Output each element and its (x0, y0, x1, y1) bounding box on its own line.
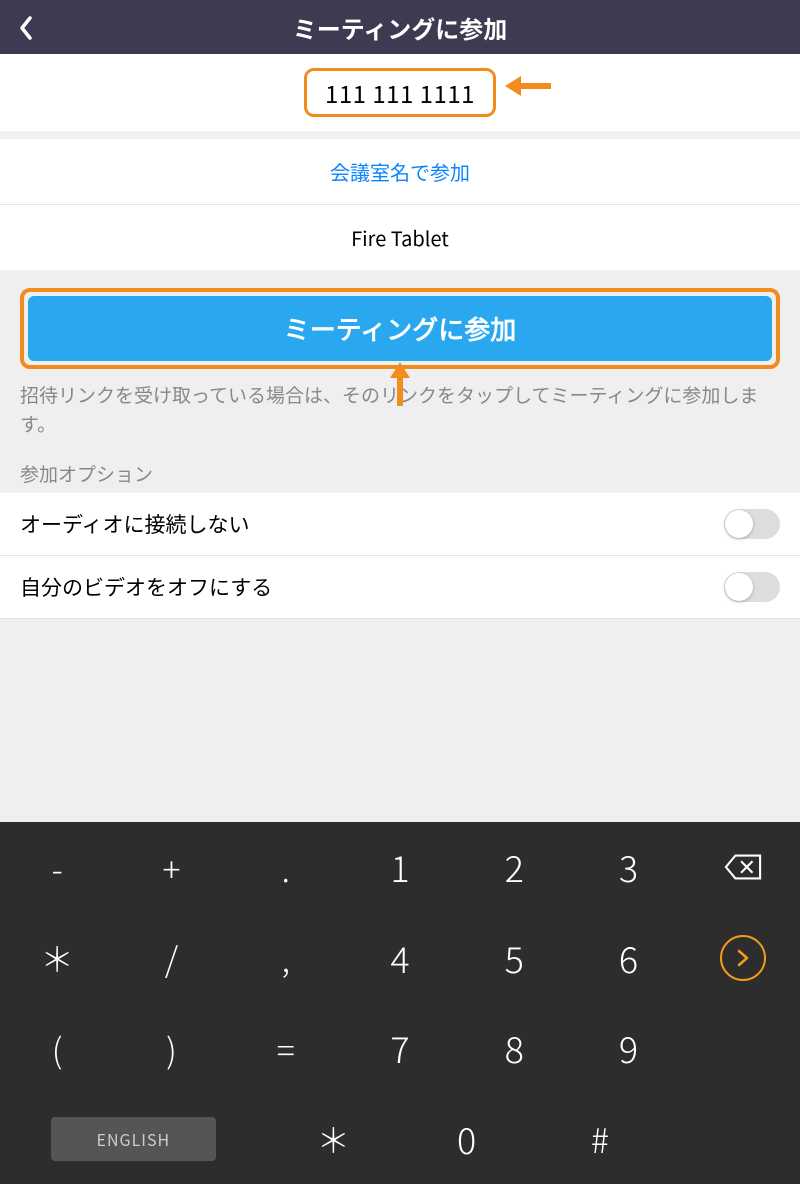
key-language[interactable]: ENGLISH (0, 1094, 267, 1184)
key-dot[interactable]: . (229, 822, 343, 913)
back-button[interactable] (8, 0, 44, 55)
meeting-id-input[interactable]: 111 111 1111 (304, 68, 496, 117)
key-backspace[interactable] (686, 822, 800, 913)
divider (0, 131, 800, 139)
key-9[interactable]: 9 (571, 1003, 685, 1094)
key-minus[interactable]: - (0, 822, 114, 913)
meeting-id-row: 111 111 1111 (0, 54, 800, 131)
key-enter[interactable] (686, 913, 800, 1004)
numeric-keyboard: - + . 1 2 3 ＊ / , 4 5 6 ( ) = 7 8 9 ENGL… (0, 822, 800, 1184)
header-bar: ミーティングに参加 (0, 0, 800, 54)
toggle-no-audio[interactable] (724, 509, 780, 539)
key-3[interactable]: 3 (571, 822, 685, 913)
key-asterisk2[interactable]: ＊ (267, 1094, 400, 1184)
key-6[interactable]: 6 (571, 913, 685, 1004)
key-equals[interactable]: = (229, 1003, 343, 1094)
toggle-video-off[interactable] (724, 572, 780, 602)
divider (0, 270, 800, 278)
key-8[interactable]: 8 (457, 1003, 571, 1094)
join-by-room-name-link[interactable]: 会議室名で参加 (0, 139, 800, 204)
join-meeting-button[interactable]: ミーティングに参加 (28, 296, 772, 361)
key-2[interactable]: 2 (457, 822, 571, 913)
key-4[interactable]: 4 (343, 913, 457, 1004)
key-rparen[interactable]: ) (114, 1003, 228, 1094)
key-hash[interactable]: # (533, 1094, 666, 1184)
key-7[interactable]: 7 (343, 1003, 457, 1094)
page-title: ミーティングに参加 (0, 10, 800, 45)
option-no-audio: オーディオに接続しない (0, 493, 800, 556)
annotation-arrow-up (390, 362, 410, 406)
key-lparen[interactable]: ( (0, 1003, 114, 1094)
key-plus[interactable]: + (114, 822, 228, 913)
device-name-field[interactable]: Fire Tablet (0, 204, 800, 270)
key-slash[interactable]: / (114, 913, 228, 1004)
annotation-arrow-left (505, 76, 551, 96)
key-blank (686, 1003, 800, 1094)
option-no-audio-label: オーディオに接続しない (20, 509, 250, 539)
key-blank2 (667, 1094, 800, 1184)
join-button-highlight: ミーティングに参加 (20, 288, 780, 369)
key-5[interactable]: 5 (457, 913, 571, 1004)
options-section-label: 参加オプション (0, 450, 800, 493)
key-0[interactable]: 0 (400, 1094, 533, 1184)
option-video-off: 自分のビデオをオフにする (0, 556, 800, 619)
join-section: ミーティングに参加 (0, 278, 800, 373)
key-1[interactable]: 1 (343, 822, 457, 913)
option-video-off-label: 自分のビデオをオフにする (20, 572, 272, 602)
key-asterisk[interactable]: ＊ (0, 913, 114, 1004)
language-label: ENGLISH (51, 1117, 217, 1161)
key-comma[interactable]: , (229, 913, 343, 1004)
